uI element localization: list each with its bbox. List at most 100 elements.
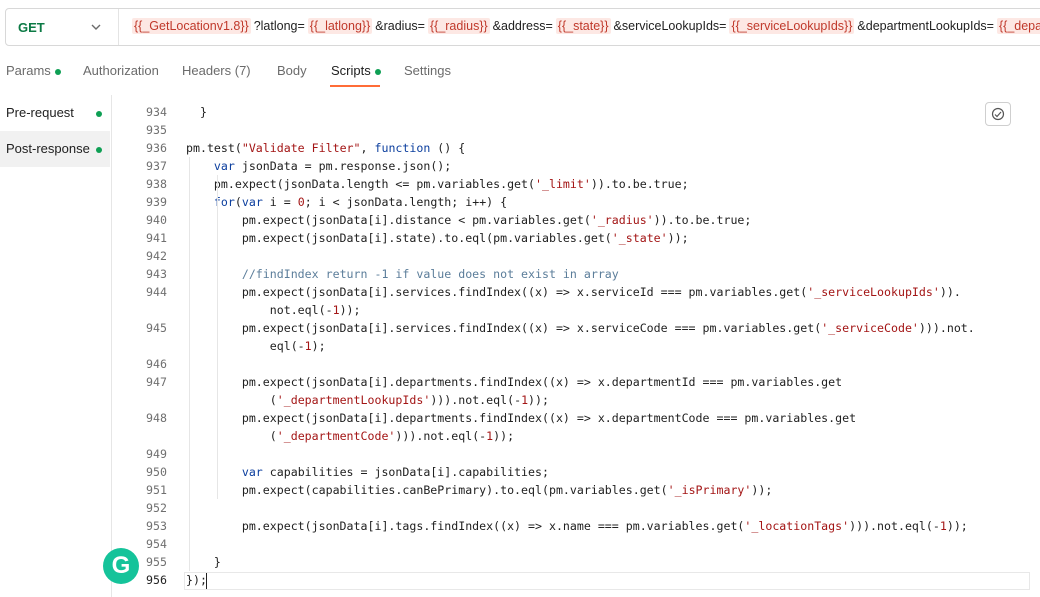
code-token: pm.expect(jsonData[i].services.findIndex…: [186, 321, 822, 335]
code-line: not.eql(-1));: [112, 301, 1040, 319]
code-token: var: [213, 159, 235, 173]
code-text: eql(-1);: [186, 337, 326, 355]
code-line: 943 //findIndex return -1 if value does …: [112, 265, 1040, 283]
line-number: 940: [146, 213, 167, 227]
url-variable: {{_GetLocationv1.8}}: [132, 18, 251, 34]
line-number: 951: [146, 483, 167, 497]
line-number: 943: [146, 267, 167, 281]
grammarly-icon[interactable]: G: [103, 548, 139, 584]
code-line: 944 pm.expect(jsonData[i].services.findI…: [112, 283, 1040, 301]
code-token: ))).not.eql(-: [395, 429, 487, 443]
url-text: &serviceLookupIds=: [613, 19, 727, 33]
code-text: //findIndex return -1 if value does not …: [186, 265, 619, 283]
code-line: 939 for(var i = 0; i < jsonData.length; …: [112, 193, 1040, 211]
method-label: GET: [18, 19, 45, 35]
sidebar-item-pre-request[interactable]: Pre-request: [0, 95, 110, 131]
code-line: 956});: [112, 571, 1040, 589]
tab-body[interactable]: Body: [277, 63, 307, 78]
code-token: 1: [521, 393, 529, 407]
tab-params-label: Params: [6, 63, 51, 78]
code-line: 942: [112, 247, 1040, 265]
code-line: 945 pm.expect(jsonData[i].services.findI…: [112, 319, 1040, 337]
code-line: 951 pm.expect(capabilities.canBePrimary)…: [112, 481, 1040, 499]
line-number: 953: [146, 519, 167, 533]
code-text: pm.expect(jsonData[i].departments.findIn…: [186, 373, 842, 391]
code-token: ));: [946, 519, 968, 533]
code-token: //findIndex return -1 if value does not …: [241, 267, 619, 281]
code-token: )).: [939, 285, 961, 299]
code-text: pm.expect(jsonData[i].distance < pm.vari…: [186, 211, 752, 229]
code-text: not.eql(-1));: [186, 301, 361, 319]
code-token: pm.expect(jsonData[i].distance < pm.vari…: [186, 213, 591, 227]
format-button[interactable]: [985, 102, 1011, 126]
code-token: '_serviceLookupIds': [807, 285, 940, 299]
code-line: ('_departmentLookupIds'))).not.eql(-1));: [112, 391, 1040, 409]
code-text: pm.expect(capabilities.canBePrimary).to.…: [186, 481, 773, 499]
code-token: '_serviceCode': [821, 321, 919, 335]
code-text: pm.expect(jsonData.length <= pm.variable…: [186, 175, 689, 193]
code-editor[interactable]: 934 } 935 936 pm.test("Validate Filter", fu…: [111, 95, 1040, 597]
code-line: 953 pm.expect(jsonData[i].tags.findIndex…: [112, 517, 1040, 535]
code-line: 954: [112, 535, 1040, 553]
code-line: 946: [112, 355, 1040, 373]
sidebar-item-post-response[interactable]: Post-response: [0, 131, 110, 167]
url-text: &address=: [492, 19, 553, 33]
code-line: 952: [112, 499, 1040, 517]
method-selector[interactable]: GET: [6, 9, 119, 45]
post-response-status-dot: [96, 147, 102, 153]
code-token: "Validate Filter": [241, 141, 361, 155]
line-number: 942: [146, 249, 167, 263]
code-token: pm.expect(jsonData[i].departments.findIn…: [186, 375, 843, 389]
code-token: '_limit': [535, 177, 591, 191]
code-token: }: [186, 555, 221, 569]
code-line: 937 var jsonData = pm.response.json();: [112, 157, 1040, 175]
code-token: ,: [360, 141, 375, 155]
code-line: 941 pm.expect(jsonData[i].state).to.eql(…: [112, 229, 1040, 247]
url-text: ?latlong=: [253, 19, 305, 33]
code-token: function: [374, 141, 431, 155]
code-text: for(var i = 0; i < jsonData.length; i++)…: [186, 193, 507, 211]
code-token: pm.expect(jsonData.length <= pm.variable…: [186, 177, 536, 191]
tab-scripts[interactable]: Scripts: [331, 63, 381, 78]
line-number: 946: [146, 357, 167, 371]
code-text: }: [186, 553, 221, 571]
code-token: i =: [262, 195, 298, 209]
url-input[interactable]: {{_GetLocationv1.8}} ?latlong= {{_latlong}…: [132, 18, 1040, 34]
tab-authorization[interactable]: Authorization: [83, 63, 159, 78]
pre-request-status-dot: [96, 111, 102, 117]
code-token: 1: [939, 519, 947, 533]
line-number: 944: [146, 285, 167, 299]
format-code-icon: [991, 107, 1005, 121]
line-number: 945: [146, 321, 167, 335]
tab-settings[interactable]: Settings: [404, 63, 451, 78]
code-text: pm.expect(jsonData[i].state).to.eql(pm.v…: [186, 229, 689, 247]
line-number: 949: [146, 447, 167, 461]
line-number: 947: [146, 375, 167, 389]
code-token: });: [186, 573, 207, 587]
code-token: '_radius': [590, 213, 654, 227]
code-text: var capabilities = jsonData[i].capabilit…: [186, 463, 549, 481]
code-token: ));: [751, 483, 773, 497]
url-text: &departmentLookupIds=: [857, 19, 994, 33]
code-text: pm.expect(jsonData[i].departments.findIn…: [186, 409, 856, 427]
line-number: 935: [146, 123, 167, 137]
tab-params[interactable]: Params: [6, 63, 61, 78]
indent-guide: [217, 175, 218, 499]
active-tab-indicator: [330, 85, 380, 87]
tab-headers[interactable]: Headers (7): [182, 63, 251, 78]
code-token: '_locationTags': [744, 519, 850, 533]
code-token: pm.expect(jsonData[i].state).to.eql(pm.v…: [186, 231, 612, 245]
code-token: capabilities = jsonData[i].capabilities;: [262, 465, 549, 479]
line-number: 938: [146, 177, 167, 191]
code-line: 950 var capabilities = jsonData[i].capab…: [112, 463, 1040, 481]
url-variable: {{_departm: [996, 18, 1040, 34]
code-line: 934 }: [112, 103, 1040, 121]
code-token: ; i < jsonData.length; i++) {: [304, 195, 508, 209]
request-tabs: Params Authorization Headers (7) Body Sc…: [0, 56, 1040, 90]
indent-guide: [189, 157, 190, 571]
code-line: eql(-1);: [112, 337, 1040, 355]
code-text: });: [186, 571, 207, 589]
line-number: 950: [146, 465, 167, 479]
